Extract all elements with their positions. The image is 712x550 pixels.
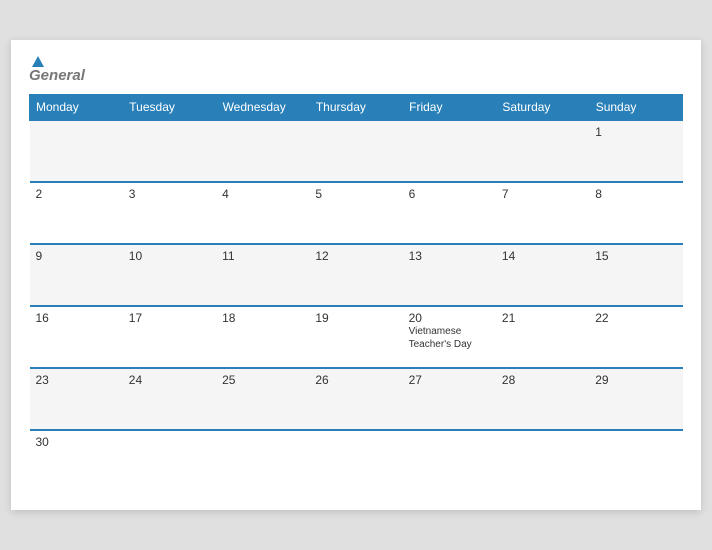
day-number: 12 bbox=[315, 249, 396, 263]
calendar-cell: 25 bbox=[216, 368, 309, 430]
day-number: 23 bbox=[36, 373, 117, 387]
calendar-cell: 10 bbox=[123, 244, 216, 306]
weekday-header-thursday: Thursday bbox=[309, 95, 402, 121]
calendar-cell: 8 bbox=[589, 182, 682, 244]
week-row-0: 1 bbox=[30, 120, 683, 182]
week-row-2: 9 10 11 12 13 14 15 bbox=[30, 244, 683, 306]
day-number: 29 bbox=[595, 373, 676, 387]
day-number: 11 bbox=[222, 249, 303, 263]
day-number: 30 bbox=[36, 435, 117, 449]
day-number: 21 bbox=[502, 311, 583, 325]
weekday-header-tuesday: Tuesday bbox=[123, 95, 216, 121]
day-number: 5 bbox=[315, 187, 396, 201]
weekday-header-row: MondayTuesdayWednesdayThursdayFridaySatu… bbox=[30, 95, 683, 121]
calendar-cell: 22 bbox=[589, 306, 682, 368]
calendar-cell: 29 bbox=[589, 368, 682, 430]
day-number: 24 bbox=[129, 373, 210, 387]
day-number: 25 bbox=[222, 373, 303, 387]
calendar-cell: 21 bbox=[496, 306, 589, 368]
calendar-cell: 12 bbox=[309, 244, 402, 306]
weekday-header-sunday: Sunday bbox=[589, 95, 682, 121]
calendar-cell: 27 bbox=[403, 368, 496, 430]
calendar-cell bbox=[123, 430, 216, 492]
weekday-header-monday: Monday bbox=[30, 95, 123, 121]
day-number: 1 bbox=[595, 125, 676, 139]
day-number: 19 bbox=[315, 311, 396, 325]
day-number: 28 bbox=[502, 373, 583, 387]
weekday-header-wednesday: Wednesday bbox=[216, 95, 309, 121]
calendar-cell: 14 bbox=[496, 244, 589, 306]
calendar-cell bbox=[216, 430, 309, 492]
day-number: 14 bbox=[502, 249, 583, 263]
logo-gray-part: Gen bbox=[29, 67, 58, 84]
day-number: 8 bbox=[595, 187, 676, 201]
calendar-cell: 4 bbox=[216, 182, 309, 244]
calendar-cell: 1 bbox=[589, 120, 682, 182]
calendar-cell: 17 bbox=[123, 306, 216, 368]
week-row-1: 2345678 bbox=[30, 182, 683, 244]
calendar-cell: 28 bbox=[496, 368, 589, 430]
calendar: General MondayTuesdayWednesdayThursdayFr… bbox=[11, 40, 701, 510]
logo-triangle-icon bbox=[32, 56, 44, 67]
calendar-cell bbox=[123, 120, 216, 182]
calendar-cell: 3 bbox=[123, 182, 216, 244]
day-number: 10 bbox=[129, 249, 210, 263]
day-number: 4 bbox=[222, 187, 303, 201]
calendar-cell: 20Vietnamese Teacher's Day bbox=[403, 306, 496, 368]
day-number: 20 bbox=[409, 311, 490, 325]
calendar-cell: 24 bbox=[123, 368, 216, 430]
calendar-cell: 19 bbox=[309, 306, 402, 368]
calendar-cell bbox=[403, 120, 496, 182]
day-number: 27 bbox=[409, 373, 490, 387]
calendar-cell bbox=[309, 430, 402, 492]
calendar-body: 1234567891011121314151617181920Vietnames… bbox=[30, 120, 683, 492]
day-number: 6 bbox=[409, 187, 490, 201]
calendar-cell bbox=[309, 120, 402, 182]
day-number: 18 bbox=[222, 311, 303, 325]
day-number: 17 bbox=[129, 311, 210, 325]
calendar-cell bbox=[496, 120, 589, 182]
calendar-cell: 9 bbox=[30, 244, 123, 306]
calendar-cell bbox=[216, 120, 309, 182]
logo: General bbox=[29, 56, 85, 84]
day-number: 3 bbox=[129, 187, 210, 201]
day-number: 15 bbox=[595, 249, 676, 263]
calendar-cell bbox=[403, 430, 496, 492]
day-number: 2 bbox=[36, 187, 117, 201]
logo-eral-part: eral bbox=[58, 67, 85, 84]
calendar-cell: 26 bbox=[309, 368, 402, 430]
calendar-table: MondayTuesdayWednesdayThursdayFridaySatu… bbox=[29, 94, 683, 492]
day-number: 7 bbox=[502, 187, 583, 201]
logo-row1 bbox=[29, 56, 44, 67]
calendar-cell bbox=[30, 120, 123, 182]
calendar-cell: 23 bbox=[30, 368, 123, 430]
day-number: 16 bbox=[36, 311, 117, 325]
weekday-header-friday: Friday bbox=[403, 95, 496, 121]
weekday-header-saturday: Saturday bbox=[496, 95, 589, 121]
day-number: 9 bbox=[36, 249, 117, 263]
calendar-cell: 13 bbox=[403, 244, 496, 306]
calendar-cell: 6 bbox=[403, 182, 496, 244]
calendar-cell: 18 bbox=[216, 306, 309, 368]
logo-row2: General bbox=[29, 67, 85, 84]
calendar-cell bbox=[589, 430, 682, 492]
calendar-header: General bbox=[29, 56, 683, 84]
calendar-cell: 2 bbox=[30, 182, 123, 244]
day-number: 13 bbox=[409, 249, 490, 263]
calendar-cell: 11 bbox=[216, 244, 309, 306]
calendar-cell: 30 bbox=[30, 430, 123, 492]
week-row-3: 16 17 18 19 20Vietnamese Teacher's Day 21 22 bbox=[30, 306, 683, 368]
calendar-cell: 16 bbox=[30, 306, 123, 368]
calendar-cell: 7 bbox=[496, 182, 589, 244]
day-event: Vietnamese Teacher's Day bbox=[409, 325, 490, 351]
day-number: 22 bbox=[595, 311, 676, 325]
week-row-4: 23 24 25 26 27 28 29 bbox=[30, 368, 683, 430]
calendar-cell: 5 bbox=[309, 182, 402, 244]
calendar-cell bbox=[496, 430, 589, 492]
day-number: 26 bbox=[315, 373, 396, 387]
week-row-5: 30 bbox=[30, 430, 683, 492]
calendar-cell: 15 bbox=[589, 244, 682, 306]
